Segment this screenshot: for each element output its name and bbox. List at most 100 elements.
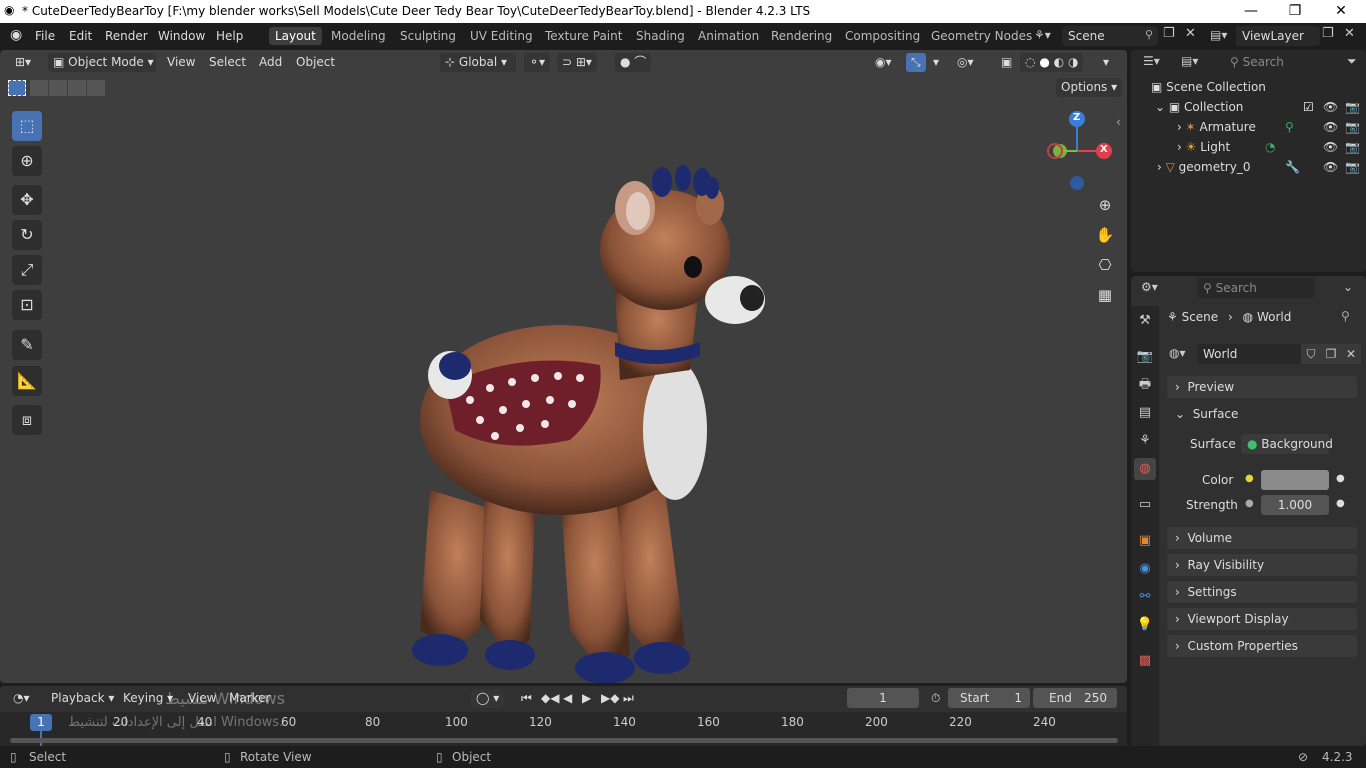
menu-object[interactable]: Object [291,53,340,72]
jump-end-icon[interactable]: ⏭ [618,689,639,708]
solid-shading-icon[interactable]: ● [1039,55,1049,69]
properties-editor-icon[interactable]: ⚙▾ [1141,280,1158,294]
unlink-world-icon[interactable]: ✕ [1341,344,1361,364]
camera-icon[interactable]: 📷 [1345,100,1360,114]
outliner-item-armature[interactable]: › ✶ Armature ⚲ 👁 📷 [1177,120,1363,140]
pin-icon[interactable]: ⚲ [1145,28,1153,41]
delete-viewlayer-icon[interactable]: ✕ [1344,26,1355,41]
panel-preview[interactable]: › Preview [1167,376,1357,398]
menu-help[interactable]: Help [210,28,249,44]
panel-volume[interactable]: › Volume [1167,527,1357,549]
new-viewlayer-icon[interactable]: ❐ [1322,26,1334,41]
select-new-icon[interactable] [8,80,26,96]
play-icon[interactable]: ▶ [577,689,596,708]
viewlayer-selector[interactable]: ViewLayer [1236,26,1320,46]
tab-compositing[interactable]: Compositing [839,27,926,45]
wireframe-shading-icon[interactable]: ◌ [1025,55,1035,69]
menu-window[interactable]: Window [152,28,211,44]
tab-texture-paint[interactable]: Texture Paint [539,27,628,45]
timeline-scrollbar[interactable] [10,738,1118,743]
rendered-shading-icon[interactable]: ◑ [1068,55,1078,69]
transform-tool[interactable]: ⊡ [12,290,42,320]
rotate-tool[interactable]: ↻ [12,220,42,250]
strength-field[interactable]: 1.000 [1261,495,1329,515]
keyframe-dot-icon[interactable]: ● [1336,473,1345,484]
select-extend-icon[interactable] [30,80,48,96]
shading-dropdown-icon[interactable]: ▾ [1098,53,1114,72]
color-swatch[interactable] [1261,470,1329,490]
play-reverse-icon[interactable]: ◀ [558,689,577,708]
display-mode-icon[interactable]: ▤▾ [1181,54,1198,68]
panel-surface[interactable]: ⌄ Surface [1167,403,1357,425]
keyframe-dot-icon[interactable]: ● [1336,498,1345,509]
camera-icon[interactable]: 📷 [1345,140,1360,154]
chevron-down-icon[interactable]: ⌄ [1343,280,1353,294]
start-frame-field[interactable]: Start 1 [948,688,1030,708]
xray-icon[interactable]: ▣ [996,53,1017,72]
filter-icon[interactable]: ⏷ [1347,54,1357,69]
menu-render[interactable]: Render [99,28,154,44]
blender-menu-icon[interactable]: ◉ [10,27,22,43]
select-invert-icon[interactable] [68,80,86,96]
gizmo-toggle-icon[interactable]: ⤡ [906,53,926,72]
camera-icon[interactable]: 📷 [1345,120,1360,134]
panel-custom-properties[interactable]: › Custom Properties [1167,635,1357,657]
current-frame-marker[interactable]: 1 [30,714,52,731]
tab-animation[interactable]: Animation [692,27,765,45]
outliner-item-geometry-0[interactable]: › ▽ geometry_0 🔧 👁 📷 [1157,160,1363,180]
menu-edit[interactable]: Edit [63,28,98,44]
snap-icon[interactable]: ⊃ ⊞▾ [557,53,597,72]
tab-sculpting[interactable]: Sculpting [394,27,462,45]
outliner-scene-collection[interactable]: ▣ Scene Collection [1151,80,1266,100]
surface-shader-field[interactable]: ● Background [1241,434,1333,454]
world-browse-icon[interactable]: ◍▾ [1169,346,1186,360]
shading-modes[interactable]: ◌ ● ◐ ◑ [1020,53,1084,72]
output-tab-icon[interactable]: 🖶 [1134,374,1156,396]
end-frame-field[interactable]: End 250 [1033,688,1117,708]
minimize-button[interactable]: — [1228,0,1274,23]
proportional-edit-icon[interactable]: ● ⌒ [615,53,652,72]
mode-selector[interactable]: ▣ Object Mode ▾ [48,53,156,72]
view-layer-tab-icon[interactable]: ▤ [1134,402,1156,424]
editor-type-icon[interactable]: ⊞▾ [10,53,36,72]
tab-shading[interactable]: Shading [630,27,691,45]
object-tab-icon[interactable]: ▣ [1134,530,1156,552]
perspective-grid-icon[interactable]: ▦ [1093,283,1117,307]
deer-model[interactable] [400,110,780,683]
pan-hand-icon[interactable]: ✋ [1093,223,1117,247]
outliner-item-collection[interactable]: ⌄ ▣ Collection ☑ 👁 📷 [1155,100,1363,120]
outliner-editor-icon[interactable]: ☰▾ [1143,54,1160,68]
menu-playback[interactable]: Playback ▾ [46,689,119,708]
menu-select[interactable]: Select [204,53,251,72]
constraints-tab-icon[interactable]: ⚯ [1134,586,1156,608]
scene-tab-icon[interactable]: ⚘ [1134,430,1156,452]
scene-selector[interactable]: Scene [1062,26,1158,46]
select-subtract-icon[interactable] [49,80,67,96]
scene-browse-icon[interactable]: ⚘▾ [1034,28,1051,42]
world-tab-icon[interactable]: ◍ [1134,458,1156,480]
eye-icon[interactable]: 👁 [1323,160,1338,174]
fake-user-icon[interactable]: ⛉ [1301,344,1321,364]
outliner-search-input[interactable]: ⚲ Search [1224,52,1341,72]
properties-search-input[interactable]: ⚲ Search [1197,278,1315,298]
current-frame-field[interactable]: 1 [847,688,919,708]
collection-tab-icon[interactable]: ▭ [1134,494,1156,516]
tab-rendering[interactable]: Rendering [765,27,838,45]
texture-tab-icon[interactable]: ▩ [1134,650,1156,672]
panel-settings[interactable]: › Settings [1167,581,1357,603]
pin-icon[interactable]: ⚲ [1341,309,1350,323]
new-scene-icon[interactable]: ❐ [1163,26,1175,41]
camera-view-icon[interactable]: ⎔ [1093,253,1117,277]
timeline-editor-icon[interactable]: ◔▾ [8,689,35,708]
tool-tab-icon[interactable]: ⚒ [1134,310,1156,332]
jump-start-icon[interactable]: ⏮ [516,689,537,708]
panel-viewport-display[interactable]: › Viewport Display [1167,608,1357,630]
maximize-button[interactable]: ❐ [1272,0,1318,23]
options-dropdown[interactable]: Options ▾ [1056,78,1123,97]
gizmo-dropdown-icon[interactable]: ▾ [928,53,944,72]
panel-ray-visibility[interactable]: › Ray Visibility [1167,554,1357,576]
eye-icon[interactable]: 👁 [1323,120,1338,134]
3d-viewport[interactable]: ⊞▾ ▣ Object Mode ▾ View Select Add Objec… [0,50,1127,683]
strength-socket-icon[interactable]: ● [1245,498,1254,509]
world-name-field[interactable]: World [1197,344,1301,364]
